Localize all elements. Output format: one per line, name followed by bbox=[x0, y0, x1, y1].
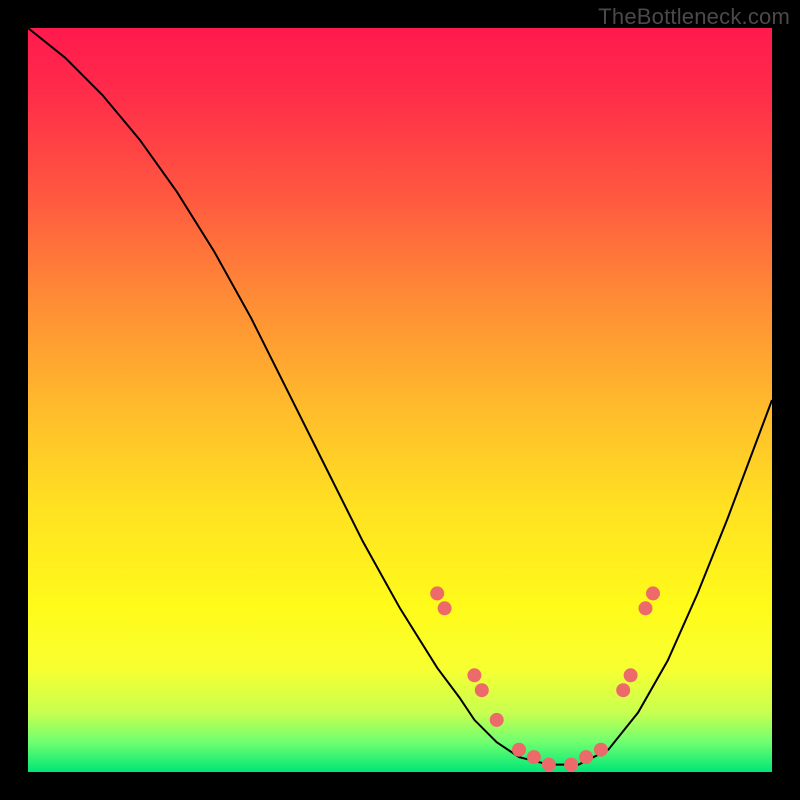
highlighted-point bbox=[646, 586, 660, 600]
highlighted-point bbox=[527, 750, 541, 764]
watermark-text: TheBottleneck.com bbox=[598, 4, 790, 30]
highlighted-point bbox=[430, 586, 444, 600]
highlighted-point bbox=[475, 683, 489, 697]
highlighted-point bbox=[467, 668, 481, 682]
highlighted-point bbox=[564, 758, 578, 772]
chart-plot-area bbox=[28, 28, 772, 772]
highlighted-point bbox=[624, 668, 638, 682]
chart-svg bbox=[28, 28, 772, 772]
highlighted-point bbox=[616, 683, 630, 697]
highlighted-point bbox=[579, 750, 593, 764]
highlighted-point bbox=[542, 758, 556, 772]
highlighted-point bbox=[512, 743, 526, 757]
highlighted-point bbox=[438, 601, 452, 615]
highlighted-point bbox=[490, 713, 504, 727]
highlighted-points-group bbox=[430, 586, 660, 771]
highlighted-point bbox=[594, 743, 608, 757]
bottleneck-curve-line bbox=[28, 28, 772, 765]
highlighted-point bbox=[639, 601, 653, 615]
